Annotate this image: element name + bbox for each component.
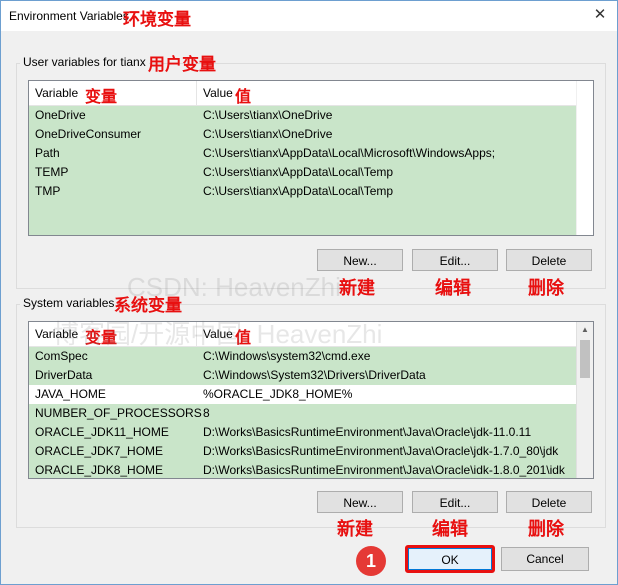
system-edit-button[interactable]: Edit...	[412, 491, 498, 513]
variable-cell: TEMP	[35, 165, 69, 179]
value-cell: C:\Users\tianx\OneDrive	[203, 127, 333, 141]
value-cell: C:\Users\tianx\OneDrive	[203, 108, 333, 122]
variable-cell: ORACLE_JDK11_HOME	[35, 425, 169, 439]
user-delete-button[interactable]: Delete	[506, 249, 592, 271]
user-list-header: Variable 变量 Value 值	[29, 81, 577, 106]
scroll-thumb[interactable]	[580, 340, 590, 378]
user-col-variable-annotation: 变量	[85, 89, 118, 106]
user-new-button[interactable]: New...	[317, 249, 403, 271]
watermark-line-2: 博客园/开源中国: HeavenZhi	[53, 319, 383, 349]
value-cell: D:\Works\BasicsRuntimeEnvironment\Java\O…	[203, 425, 532, 439]
user-delete-annotation: 删除	[528, 278, 564, 298]
table-row[interactable]: ORACLE_JDK7_HOME D:\Works\BasicsRuntimeEn…	[29, 442, 577, 461]
user-variables-list[interactable]: Variable 变量 Value 值 OneDrive C:\Users\tia…	[28, 80, 594, 236]
variable-cell: Path	[35, 146, 60, 160]
user-edit-button[interactable]: Edit...	[412, 249, 498, 271]
variable-cell: TMP	[35, 184, 61, 198]
ok-highlight-box	[405, 545, 495, 573]
table-row[interactable]: DriverData C:\Windows\System32\Drivers\Dr…	[29, 366, 577, 385]
variable-cell: JAVA_HOME	[35, 387, 106, 401]
system-delete-annotation: 删除	[528, 519, 564, 539]
title-bar: Environment Variables 环境变量 ✕	[1, 1, 617, 31]
scroll-up-icon[interactable]: ▲	[577, 322, 593, 338]
value-cell: D:\Works\BasicsRuntimeEnvironment\Java\O…	[203, 444, 559, 458]
window-title: Environment Variables	[9, 9, 129, 23]
table-row[interactable]: JAVA_HOME %ORACLE_JDK8_HOME%	[29, 385, 577, 404]
table-row[interactable]: NUMBER_OF_PROCESSORS 8	[29, 404, 577, 423]
value-cell: D:\Works\BasicsRuntimeEnvironment\Java\O…	[203, 463, 565, 477]
variable-cell: DriverData	[35, 368, 93, 382]
user-variables-label: User variables for tianx	[20, 55, 149, 69]
user-variables-annotation: 用户变量	[148, 55, 216, 74]
cancel-button[interactable]: Cancel	[501, 547, 589, 571]
table-row[interactable]: ORACLE_JDK11_HOME D:\Works\BasicsRuntimeE…	[29, 423, 577, 442]
variable-cell: ORACLE_JDK7_HOME	[35, 444, 164, 458]
user-col-value[interactable]: Value	[197, 81, 577, 105]
system-variables-label: System variables	[20, 296, 118, 310]
close-icon[interactable]: ✕	[589, 5, 611, 25]
variable-cell: ORACLE_JDK8_HOME	[35, 463, 164, 477]
variable-cell: NUMBER_OF_PROCESSORS	[35, 406, 202, 420]
table-row[interactable]: Path C:\Users\tianx\AppData\Local\Microso…	[29, 144, 577, 163]
window-title-annotation: 环境变量	[123, 10, 191, 29]
user-new-annotation: 新建	[339, 278, 375, 298]
value-cell: C:\Windows\System32\Drivers\DriverData	[203, 368, 426, 382]
user-edit-annotation: 编辑	[435, 278, 471, 298]
table-row[interactable]: TEMP C:\Users\tianx\AppData\Local\Temp	[29, 163, 577, 182]
value-cell: 8	[203, 406, 210, 420]
value-cell: C:\Users\tianx\AppData\Local\Temp	[203, 165, 394, 179]
system-list-scrollbar[interactable]: ▲	[576, 322, 593, 478]
watermark-line-1: CSDN: HeavenZhi	[127, 272, 341, 302]
variable-cell: OneDriveConsumer	[35, 127, 142, 141]
table-row[interactable]: TMP C:\Users\tianx\AppData\Local\Temp	[29, 182, 577, 201]
system-new-annotation: 新建	[337, 519, 373, 539]
user-list-scrollbar[interactable]	[576, 81, 593, 235]
variable-cell: OneDrive	[35, 108, 86, 122]
system-delete-button[interactable]: Delete	[506, 491, 592, 513]
user-col-value-label: Value	[203, 86, 233, 100]
value-cell: C:\Users\tianx\AppData\Local\Microsoft\W…	[203, 146, 496, 160]
user-col-variable-label: Variable	[35, 86, 79, 100]
table-row[interactable]: OneDrive C:\Users\tianx\OneDrive	[29, 106, 577, 125]
step-number-badge: 1	[356, 546, 386, 576]
value-cell: C:\Users\tianx\AppData\Local\Temp	[203, 184, 394, 198]
system-new-button[interactable]: New...	[317, 491, 403, 513]
environment-variables-dialog: Environment Variables 环境变量 ✕ User variab…	[0, 0, 618, 585]
table-row[interactable]: OneDriveConsumer C:\Users\tianx\OneDrive	[29, 125, 577, 144]
system-edit-annotation: 编辑	[432, 519, 468, 539]
user-col-value-annotation: 值	[235, 89, 252, 106]
value-cell: %ORACLE_JDK8_HOME%	[203, 387, 353, 401]
table-row[interactable]: ORACLE_JDK8_HOME D:\Works\BasicsRuntimeEn…	[29, 461, 577, 478]
